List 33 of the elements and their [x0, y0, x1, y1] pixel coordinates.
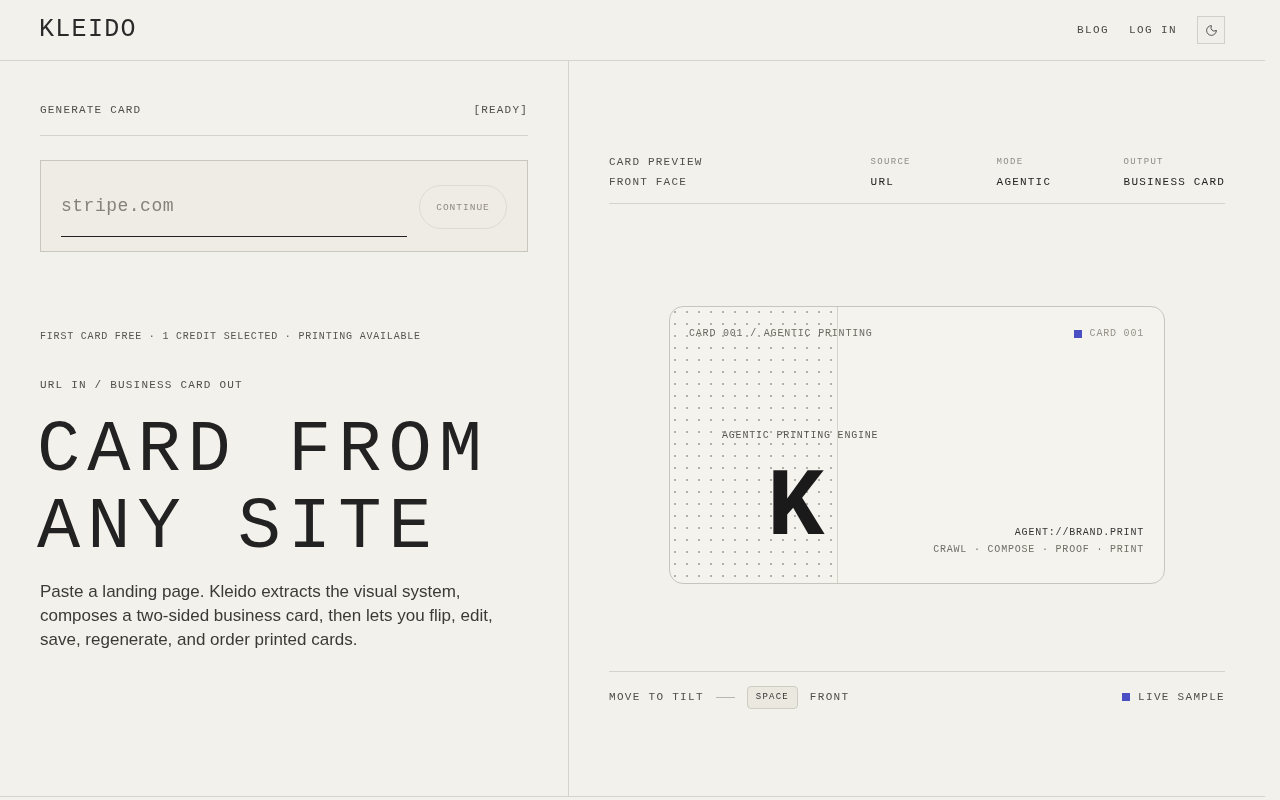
info-line: FIRST CARD FREE · 1 CREDIT SELECTED · PRINTING AVAILABLE: [40, 330, 422, 344]
eyebrow-label: URL IN / BUSINESS CARD OUT: [40, 378, 244, 392]
card-tagline: AGENTIC PRINTING ENGINE: [722, 428, 879, 443]
headline: CARD FROM ANY SITE: [37, 413, 490, 567]
moon-icon: [1204, 23, 1218, 37]
nav-link[interactable]: BLOG: [1076, 23, 1109, 37]
theme-toggle-button[interactable]: [1197, 16, 1225, 44]
logo-wordmark[interactable]: KLEIDO: [39, 16, 137, 44]
card-side-label: FRONT: [809, 690, 850, 704]
square-marker-icon: [1073, 329, 1082, 338]
dash-line: [715, 696, 735, 698]
meta-value: BUSINESS CARD: [1123, 175, 1225, 189]
card-handle: AGENT://BRAND.PRINT: [1014, 525, 1144, 540]
meta-value: URL: [870, 175, 895, 189]
live-sample-label: LIVE SAMPLE: [1138, 690, 1225, 704]
status-label: [READY]: [473, 103, 528, 117]
section-title: GENERATE CARD: [40, 103, 142, 117]
key-hint: SPACE: [746, 685, 798, 709]
preview-face: FRONT FACE: [609, 175, 688, 189]
card-number-label: CARD 001: [1089, 326, 1144, 341]
description-text: Paste a landing page. Kleido extracts the visual system, composes a two-sided business card, then lets you flip, edit, save, regenerate, and order printed cards.: [40, 581, 494, 651]
square-marker-icon: [1122, 693, 1131, 701]
meta-label: SOURCE: [870, 156, 912, 169]
meta-value: AGENTIC: [996, 175, 1053, 189]
meta-label: MODE: [996, 156, 1025, 169]
card-series-label: CARD 001 / AGENTIC PRINTING: [689, 326, 873, 341]
card-steps: CRAWL · COMPOSE · PROOF · PRINT: [933, 542, 1144, 557]
meta-label: OUTPUT: [1123, 156, 1165, 169]
monogram-letter: K: [767, 468, 825, 549]
url-input-field[interactable]: stripe.com: [61, 185, 407, 237]
nav-link[interactable]: LOG IN: [1129, 23, 1177, 37]
tilt-hint: MOVE TO TILT: [609, 690, 704, 704]
preview-title: CARD PREVIEW: [609, 155, 704, 169]
